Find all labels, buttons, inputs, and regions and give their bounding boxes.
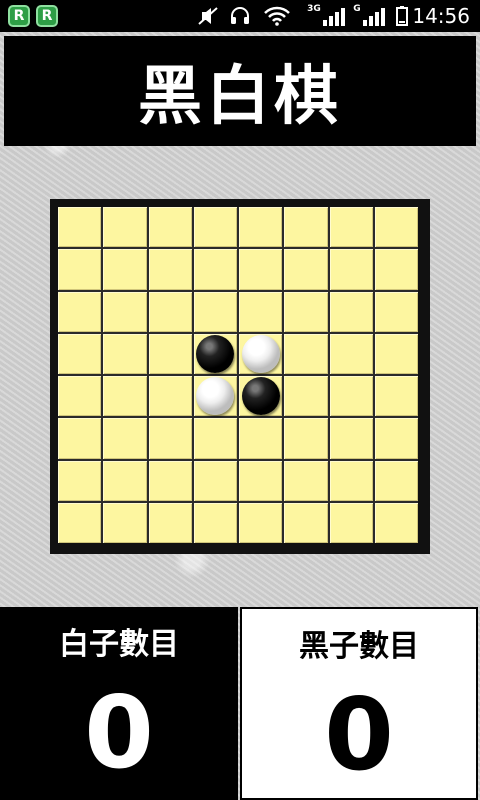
board-cell[interactable] [103, 291, 147, 332]
app-badge-icon: R [8, 5, 30, 27]
status-bar: R R 3G G 14:56 [0, 0, 480, 32]
board-cell[interactable] [58, 249, 102, 290]
board-cell[interactable] [193, 418, 237, 459]
board-cell[interactable] [284, 418, 328, 459]
black-stone [241, 377, 280, 416]
board-cell[interactable] [193, 207, 237, 248]
network-label: G [353, 4, 361, 14]
board-cell[interactable] [103, 333, 147, 374]
black-score-panel: 黑子數目 0 [240, 607, 478, 800]
signal-g-icon: G [352, 4, 386, 26]
wifi-icon [262, 6, 292, 26]
board-cell[interactable] [58, 333, 102, 374]
board-cell[interactable] [239, 207, 283, 248]
white-score-panel: 白子數目 0 [0, 607, 238, 800]
board-cell[interactable] [239, 291, 283, 332]
board-cell[interactable] [58, 207, 102, 248]
mute-icon [196, 6, 220, 26]
board-cell[interactable] [103, 418, 147, 459]
board-cell[interactable] [284, 207, 328, 248]
board-cell[interactable] [148, 291, 192, 332]
board-cell[interactable] [148, 376, 192, 417]
board-cell[interactable] [329, 460, 373, 501]
board-cell[interactable] [329, 333, 373, 374]
board-cell[interactable] [329, 291, 373, 332]
board-cell[interactable] [239, 333, 283, 374]
board-cell[interactable] [374, 502, 418, 543]
board-cell[interactable] [193, 502, 237, 543]
board-cell[interactable] [103, 207, 147, 248]
board-cell[interactable] [284, 460, 328, 501]
black-score-label: 黑子數目 [299, 629, 419, 664]
board-cell[interactable] [239, 249, 283, 290]
board-cell[interactable] [103, 376, 147, 417]
board-cell[interactable] [103, 249, 147, 290]
board-cell[interactable] [239, 460, 283, 501]
board-cell[interactable] [193, 460, 237, 501]
board-cell[interactable] [103, 502, 147, 543]
signal-3g-icon: 3G [306, 4, 346, 26]
board-cell[interactable] [148, 249, 192, 290]
board-cell[interactable] [239, 502, 283, 543]
board-cell[interactable] [374, 333, 418, 374]
page-title: 黑白棋 [138, 60, 342, 134]
battery-icon [394, 6, 410, 26]
title-bar: 黑白棋 [4, 36, 476, 146]
board-cell[interactable] [239, 418, 283, 459]
board-cell[interactable] [374, 418, 418, 459]
board-cell[interactable] [329, 418, 373, 459]
board-cell[interactable] [284, 249, 328, 290]
game-board [58, 207, 418, 543]
board-cell[interactable] [374, 460, 418, 501]
board-cell[interactable] [329, 502, 373, 543]
board-cell[interactable] [374, 291, 418, 332]
board-cell[interactable] [284, 291, 328, 332]
board-cell[interactable] [284, 502, 328, 543]
board-cell[interactable] [148, 502, 192, 543]
board-cell[interactable] [239, 376, 283, 417]
board-cell[interactable] [58, 502, 102, 543]
white-stone [241, 334, 280, 373]
board-cell[interactable] [374, 376, 418, 417]
board-cell[interactable] [193, 333, 237, 374]
board-cell[interactable] [329, 207, 373, 248]
board-cell[interactable] [374, 249, 418, 290]
white-score-value: 0 [84, 674, 154, 791]
board-cell[interactable] [58, 376, 102, 417]
board-cell[interactable] [148, 460, 192, 501]
network-label: 3G [307, 4, 321, 14]
board-cell[interactable] [374, 207, 418, 248]
board-cell[interactable] [193, 249, 237, 290]
headphones-icon [228, 6, 252, 26]
board-cell[interactable] [193, 291, 237, 332]
board-cell[interactable] [284, 333, 328, 374]
board-cell[interactable] [58, 460, 102, 501]
board-cell[interactable] [148, 207, 192, 248]
board-cell[interactable] [58, 418, 102, 459]
board-cell[interactable] [329, 376, 373, 417]
app-badge-icon: R [36, 5, 58, 27]
board-cell[interactable] [148, 418, 192, 459]
black-stone [196, 334, 235, 373]
board-cell[interactable] [284, 376, 328, 417]
white-stone [196, 377, 235, 416]
black-score-value: 0 [324, 676, 394, 793]
board-cell[interactable] [58, 291, 102, 332]
board-cell[interactable] [103, 460, 147, 501]
board-frame [50, 199, 430, 554]
white-score-label: 白子數目 [59, 627, 179, 662]
board-cell[interactable] [193, 376, 237, 417]
board-cell[interactable] [148, 333, 192, 374]
board-cell[interactable] [329, 249, 373, 290]
status-time: 14:56 [412, 4, 470, 28]
